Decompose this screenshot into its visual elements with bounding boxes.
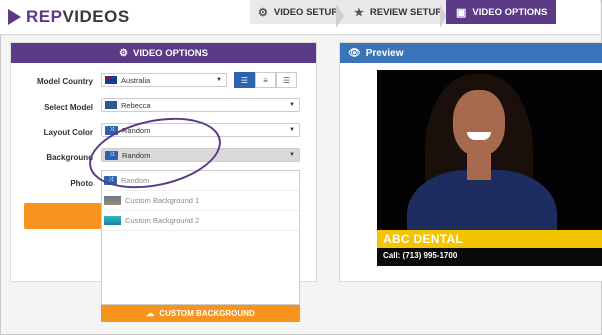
gears-icon: ⚙ (119, 47, 128, 59)
chevron-down-icon: ▼ (216, 77, 222, 83)
partial-orange-button[interactable] (24, 203, 102, 229)
australia-flag-icon (105, 76, 117, 84)
step-video-setup[interactable]: ⚙ VIDEO SETUP (250, 0, 344, 24)
shuffle-icon: ⤨ (105, 150, 118, 160)
align-center-button[interactable]: ≡ (255, 72, 276, 88)
layout-color-select[interactable]: ⤨ Random ▼ (101, 123, 300, 137)
play-logo-icon (8, 9, 21, 25)
align-left-button[interactable]: ☰ (234, 72, 255, 88)
chevron-down-icon: ▼ (289, 102, 295, 108)
step-separator (336, 4, 344, 28)
model-country-label: Model Country (37, 77, 93, 86)
step-video-options[interactable]: ▣ VIDEO OPTIONS (446, 0, 556, 24)
background-dropdown-list: ⤨ Random Custom Background 1 Custom Back… (101, 170, 300, 305)
chevron-down-icon: ▼ (289, 127, 295, 133)
text-align-group: ☰ ≡ ☰ (234, 72, 297, 88)
dropdown-option-random[interactable]: ⤨ Random (102, 171, 299, 191)
model-thumbnail-icon (105, 101, 117, 109)
background-select[interactable]: ⤨ Random ▼ (101, 148, 300, 162)
business-name: ABC DENTAL (383, 232, 464, 246)
background-label: Background (46, 153, 93, 162)
video-icon: ▣ (456, 6, 467, 19)
photo-label: Photo (70, 179, 93, 188)
background-thumbnail-icon (104, 216, 121, 225)
call-text: Call: (713) 995-1700 (383, 251, 458, 260)
model-country-select[interactable]: Australia ▼ (101, 73, 227, 87)
layout-color-label: Layout Color (43, 128, 93, 137)
gears-icon: ⚙ (258, 6, 268, 19)
presenter-face (453, 90, 505, 156)
eye-icon: 👁 (348, 47, 361, 59)
cloud-upload-icon: ☁ (146, 309, 155, 318)
custom-background-button[interactable]: ☁ CUSTOM BACKGROUND (101, 305, 300, 322)
dropdown-option-custom-background-1[interactable]: Custom Background 1 (102, 191, 299, 211)
chevron-down-icon: ▼ (289, 152, 295, 158)
video-options-header: ⚙ VIDEO OPTIONS (11, 43, 316, 63)
logo-rep: REP (26, 7, 63, 26)
app-logo[interactable]: REPVIDEOS (8, 6, 130, 28)
shuffle-icon: ⤨ (104, 176, 117, 185)
select-model-label: Select Model (44, 103, 93, 112)
logo-videos: VIDEOS (62, 7, 130, 26)
star-icon: ★ (354, 6, 364, 19)
step-review-setup[interactable]: ★ REVIEW SETUP (344, 0, 450, 24)
background-thumbnail-icon (104, 196, 121, 205)
preview-header: 👁 Preview (340, 43, 602, 63)
align-right-button[interactable]: ☰ (276, 72, 297, 88)
dropdown-option-custom-background-2[interactable]: Custom Background 2 (102, 211, 299, 231)
presenter-neck (467, 154, 491, 180)
top-bar: REPVIDEOS ⚙ VIDEO SETUP ★ REVIEW SETUP ▣… (0, 0, 600, 35)
select-model-select[interactable]: Rebecca ▼ (101, 98, 300, 112)
shuffle-icon: ⤨ (105, 125, 118, 135)
